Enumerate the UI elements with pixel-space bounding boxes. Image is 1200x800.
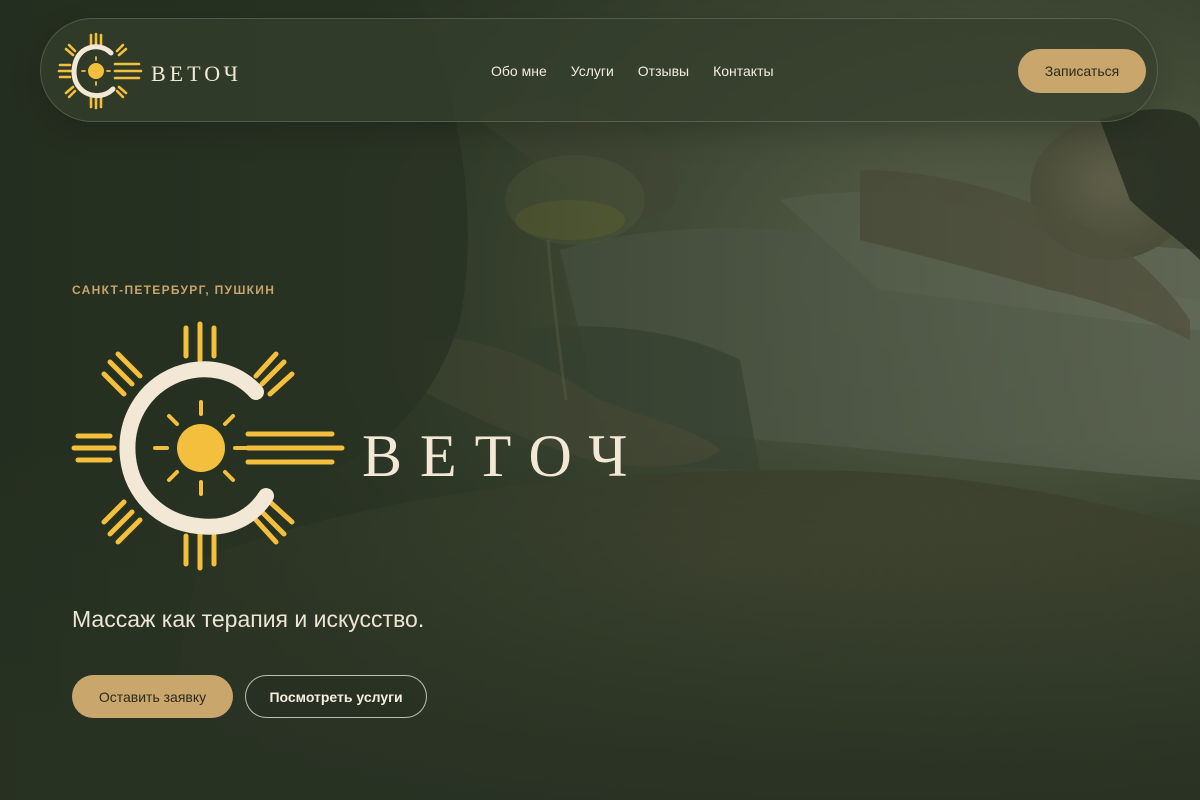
nav-link-contacts[interactable]: Контакты [713, 63, 773, 79]
nav-link-reviews[interactable]: Отзывы [638, 63, 689, 79]
hero-brand-wordmark: ВЕТОЧ [362, 423, 645, 489]
book-button[interactable]: Записаться [1018, 49, 1146, 93]
sun-c-icon: ВЕТОЧ [57, 32, 242, 110]
hero-location: САНКТ-ПЕТЕРБУРГ, ПУШКИН [72, 283, 276, 297]
brand-logo-link[interactable]: ВЕТОЧ [55, 31, 285, 111]
view-services-button[interactable]: Посмотреть услуги [245, 675, 427, 718]
nav-link-services[interactable]: Услуги [571, 63, 614, 79]
hero-tagline: Массаж как терапия и искусство. [72, 606, 425, 632]
nav-links: Обо мне Услуги Отзывы Контакты [491, 19, 774, 123]
hero-logo: ВЕТОЧ [70, 318, 710, 578]
sun-c-icon: ВЕТОЧ [71, 321, 645, 571]
submit-request-button[interactable]: Оставить заявку [72, 675, 233, 718]
nav-link-about[interactable]: Обо мне [491, 63, 547, 79]
navbar: ВЕТОЧ Обо мне Услуги Отзывы Контакты Зап… [40, 18, 1158, 122]
brand-wordmark: ВЕТОЧ [151, 61, 242, 86]
